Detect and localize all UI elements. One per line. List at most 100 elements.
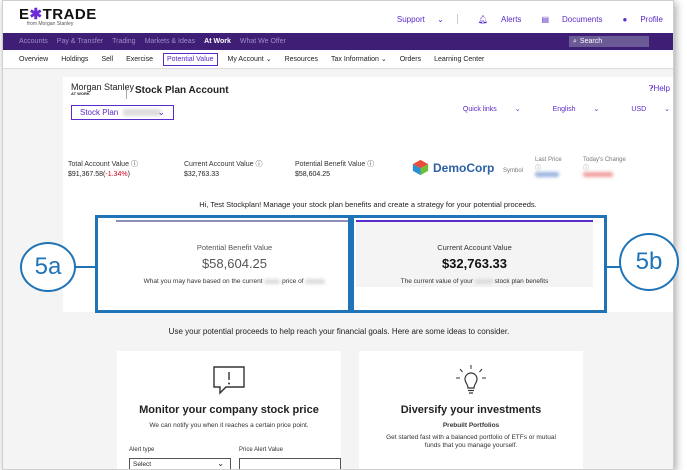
search-icon: ⌕ <box>573 37 577 45</box>
alert-type-value: Select <box>133 460 152 468</box>
tab-tax-information[interactable]: Tax Information ⌄ <box>328 53 390 65</box>
tab-sell[interactable]: Sell <box>98 54 116 65</box>
potential-label: Potential Benefit Value <box>295 161 366 168</box>
ideas-heading: Use your potential proceeds to help reac… <box>168 327 510 336</box>
quick-links-label: Quick links <box>462 106 497 113</box>
page-title: Stock Plan Account <box>135 85 229 96</box>
nav-accounts[interactable]: Accounts <box>19 38 48 45</box>
annotation-box-5b <box>351 215 607 313</box>
ms-logo-sub: AT WORK <box>71 91 90 96</box>
cube-icon <box>412 159 429 176</box>
tab-resources[interactable]: Resources <box>282 54 321 65</box>
nav-trading[interactable]: Trading <box>112 38 135 45</box>
annotation-connector-5a <box>74 266 96 268</box>
total-value: $91,367.58 <box>68 171 104 178</box>
nav-pay-transfer[interactable]: Pay & Transfer <box>57 38 103 45</box>
chevron-down-icon: ⌄ <box>514 106 521 113</box>
help-label: Help <box>653 84 670 93</box>
support-label: Support <box>396 14 425 24</box>
todays-change-label: Today's Change <box>583 157 626 163</box>
info-icon[interactable]: ⓘ <box>367 161 374 168</box>
todays-change-column: Today's Change ⓘ <box>583 157 626 178</box>
chevron-down-icon: ⌄ <box>437 14 444 24</box>
currency-label: USD <box>631 106 647 113</box>
current-value: $32,763.33 <box>184 171 220 178</box>
alerts-link[interactable]: 🔔︎ Alerts <box>468 15 522 24</box>
info-icon[interactable]: ⓘ <box>255 161 262 168</box>
total-label: Total Account Value <box>68 161 129 168</box>
stock-plan-select[interactable]: Stock Plan ⌄ <box>71 105 174 120</box>
redacted-change <box>583 172 613 177</box>
utility-links: Support ⌄ 🔔︎ Alerts ▤ Documents ● Profile <box>377 14 663 24</box>
logo-text: E✱TRADE <box>19 6 97 23</box>
total-account-value: Total Account Value ⓘ $91,367.58(-1.34%) <box>68 161 138 178</box>
potential-benefit-value-stat: Potential Benefit Value ⓘ $58,604.25 <box>295 159 405 178</box>
main-nav: Accounts Pay & Transfer Trading Markets … <box>3 33 673 50</box>
etrade-logo[interactable]: E✱TRADE from Morgan Stanley <box>19 7 97 27</box>
annotation-connector-5b <box>606 266 620 268</box>
tab-overview[interactable]: Overview <box>16 54 51 65</box>
price-alert-input[interactable] <box>239 458 341 469</box>
tab-learning-center[interactable]: Learning Center <box>431 54 487 65</box>
lightbulb-icon <box>453 365 489 402</box>
total-change: -1.34% <box>105 171 128 178</box>
search-placeholder: Search <box>579 38 603 45</box>
chevron-down-icon: ⌄ <box>593 106 600 113</box>
divider <box>126 85 127 99</box>
profile-link[interactable]: ● Profile <box>612 15 663 24</box>
alert-type-label: Alert type <box>129 447 155 453</box>
sub-nav: Overview Holdings Sell Exercise Potentia… <box>3 50 673 69</box>
chevron-down-icon: ⌄ <box>157 107 165 117</box>
symbol-label: Symbol <box>503 168 524 174</box>
redacted-account-number <box>123 109 162 116</box>
user-icon: ● <box>622 14 628 24</box>
logo-subtext: from Morgan Stanley <box>27 21 74 27</box>
info-icon[interactable]: ⓘ <box>535 163 562 172</box>
diversify-subtitle: Prebuilt Portfolios <box>442 422 500 429</box>
company-name: DemoCorp <box>433 160 495 175</box>
profile-label: Profile <box>640 14 663 24</box>
redacted-price <box>535 172 559 177</box>
quick-links-dropdown[interactable]: Quick links ⌄ <box>447 105 521 113</box>
annotation-label-5a: 5a <box>20 242 76 292</box>
alert-type-select[interactable]: Select ⌄ <box>129 458 231 469</box>
symbol-column: Symbol <box>503 168 523 174</box>
info-icon[interactable]: ⓘ <box>131 161 138 168</box>
chevron-down-icon: ⌄ <box>380 56 387 63</box>
help-link[interactable]: ❓︎Help <box>649 84 670 94</box>
company-logo: DemoCorp <box>412 159 494 176</box>
support-link[interactable]: Support ⌄ <box>387 15 447 24</box>
chevron-down-icon: ⌄ <box>664 106 670 113</box>
documents-link[interactable]: ▤ Documents <box>531 15 602 24</box>
language-dropdown[interactable]: English ⌄ <box>537 105 600 113</box>
nav-markets-ideas[interactable]: Markets & Ideas <box>145 38 196 45</box>
monitor-title: Monitor your company stock price <box>139 404 319 416</box>
diversify-card: Diversify your investments Prebuilt Port… <box>359 351 583 469</box>
nav-what-we-offer[interactable]: What We Offer <box>240 38 286 45</box>
document-icon: ▤ <box>541 14 549 24</box>
monitor-stock-card: Monitor your company stock price We can … <box>117 351 341 469</box>
chevron-down-icon: ⌄ <box>265 56 272 63</box>
tab-exercise[interactable]: Exercise <box>123 54 156 65</box>
bell-icon: 🔔︎ <box>477 14 488 24</box>
alerts-label: Alerts <box>500 14 522 24</box>
account-stats: Total Account Value ⓘ $91,367.58(-1.34%)… <box>68 159 405 178</box>
tab-potential-value[interactable]: Potential Value <box>162 52 218 66</box>
tab-orders[interactable]: Orders <box>397 54 424 65</box>
tab-holdings[interactable]: Holdings <box>58 54 91 65</box>
info-icon[interactable]: ⓘ <box>583 163 626 172</box>
chevron-down-icon: ⌄ <box>217 459 224 468</box>
tab-my-account[interactable]: My Account ⌄ <box>225 53 275 65</box>
currency-dropdown[interactable]: USD ⌄ <box>615 105 670 113</box>
search-input[interactable]: ⌕ Search <box>569 36 649 47</box>
nav-at-work[interactable]: At Work <box>204 38 231 45</box>
tab-tax-label: Tax Information <box>331 56 379 63</box>
current-account-value-stat: Current Account Value ⓘ $32,763.33 <box>184 159 295 178</box>
potential-value: $58,604.25 <box>295 171 331 178</box>
top-header: E✱TRADE from Morgan Stanley Support ⌄ 🔔︎… <box>3 1 673 33</box>
divider <box>456 14 458 24</box>
documents-label: Documents <box>562 14 603 24</box>
stock-plan-label: Stock Plan <box>80 108 119 117</box>
annotation-label-5b: 5b <box>619 233 679 291</box>
monitor-desc: We can notify you when it reaches a cert… <box>149 422 309 429</box>
